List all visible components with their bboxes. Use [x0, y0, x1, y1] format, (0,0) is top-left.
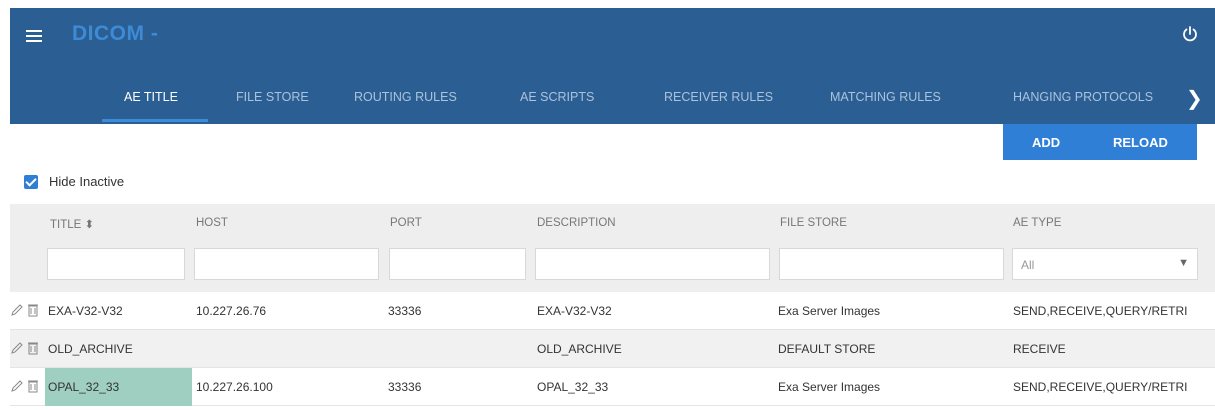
cell-title: OPAL_32_33 — [48, 380, 120, 394]
cell-port: 33336 — [388, 380, 422, 394]
edit-icon[interactable] — [10, 378, 24, 394]
table-row[interactable]: OLD_ARCHIVE OLD_ARCHIVE DEFAULT STORE RE… — [10, 330, 1215, 368]
cell-description: OPAL_32_33 — [537, 380, 609, 394]
cell-host: 10.227.26.100 — [196, 380, 273, 394]
tab-ae-title[interactable]: AE TITLE — [124, 90, 178, 104]
host-filter-input[interactable] — [194, 248, 379, 280]
cell-port: 33336 — [388, 304, 422, 318]
cell-description: OLD_ARCHIVE — [537, 342, 622, 356]
tab-receiver-rules[interactable]: RECEIVER RULES — [664, 90, 773, 104]
file-store-filter-input[interactable] — [779, 248, 1004, 280]
ae-type-filter-value: All — [1021, 258, 1035, 272]
tab-ae-scripts[interactable]: AE SCRIPTS — [520, 90, 594, 104]
column-header-ae-type[interactable]: AE TYPE — [1013, 217, 1061, 229]
table-row[interactable]: OPAL_32_33 10.227.26.100 33336 OPAL_32_3… — [10, 368, 1215, 406]
column-header-host[interactable]: HOST — [196, 217, 228, 229]
tab-file-store[interactable]: FILE STORE — [236, 90, 309, 104]
ae-title-table: TITLE ⬍ HOST PORT DESCRIPTION FILE STORE… — [10, 204, 1215, 406]
active-tab-indicator — [102, 119, 208, 122]
edit-icon[interactable] — [10, 302, 24, 318]
description-filter-input[interactable] — [535, 248, 770, 280]
tab-matching-rules[interactable]: MATCHING RULES — [830, 90, 941, 104]
table-filter-row: All ▼ — [10, 244, 1215, 292]
hide-inactive-label: Hide Inactive — [49, 174, 125, 189]
cell-description: EXA-V32-V32 — [537, 304, 612, 318]
reload-button[interactable]: RELOAD — [1113, 135, 1168, 150]
cell-ae-type: SEND,RECEIVE,QUERY/RETRI — [1013, 380, 1188, 394]
cell-file-store: Exa Server Images — [778, 380, 881, 394]
trash-icon[interactable] — [27, 302, 41, 318]
cell-ae-type: SEND,RECEIVE,QUERY/RETRI — [1013, 304, 1188, 318]
edit-icon[interactable] — [10, 340, 24, 356]
tab-routing-rules[interactable]: ROUTING RULES — [354, 90, 457, 104]
trash-icon[interactable] — [27, 340, 41, 356]
column-header-port[interactable]: PORT — [390, 217, 422, 229]
tab-hanging-protocols[interactable]: HANGING PROTOCOLS — [1013, 90, 1153, 104]
table-header-row: TITLE ⬍ HOST PORT DESCRIPTION FILE STORE… — [10, 204, 1215, 244]
add-button[interactable]: ADD — [1032, 135, 1060, 150]
column-header-description[interactable]: DESCRIPTION — [537, 217, 616, 229]
ae-type-filter-select[interactable]: All ▼ — [1012, 248, 1198, 280]
power-icon[interactable] — [1180, 24, 1200, 44]
chevron-down-icon: ▼ — [1178, 257, 1189, 269]
cell-file-store: DEFAULT STORE — [778, 342, 876, 356]
chevron-right-icon[interactable]: ❯ — [1186, 86, 1203, 111]
title-filter-input[interactable] — [47, 248, 185, 280]
cell-ae-type: RECEIVE — [1013, 342, 1066, 356]
hamburger-menu-icon[interactable] — [26, 30, 42, 42]
app-header: DICOM - AE TITLE FILE STORE ROUTING RULE… — [10, 8, 1215, 124]
app-title[interactable]: DICOM - — [72, 22, 158, 46]
column-header-file-store[interactable]: FILE STORE — [780, 217, 847, 229]
cell-title: OLD_ARCHIVE — [48, 342, 133, 356]
port-filter-input[interactable] — [389, 248, 526, 280]
hide-inactive-filter: Hide Inactive — [24, 174, 124, 189]
table-row[interactable]: EXA-V32-V32 10.227.26.76 33336 EXA-V32-V… — [10, 292, 1215, 330]
tab-bar: AE TITLE FILE STORE ROUTING RULES AE SCR… — [10, 80, 1215, 124]
trash-icon[interactable] — [27, 378, 41, 394]
toolbar: ADD RELOAD — [1003, 124, 1197, 160]
cell-host: 10.227.26.76 — [196, 304, 267, 318]
cell-file-store: Exa Server Images — [778, 304, 881, 318]
column-header-title[interactable]: TITLE ⬍ — [50, 217, 94, 231]
hide-inactive-checkbox[interactable] — [24, 174, 38, 189]
cell-title: EXA-V32-V32 — [48, 304, 123, 318]
